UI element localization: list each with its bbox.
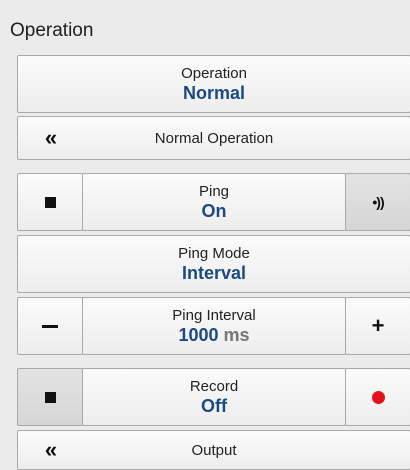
normal-operation-button[interactable]: « Normal Operation	[17, 116, 410, 160]
operation-value: Normal	[182, 82, 245, 103]
record-label: Record	[189, 377, 239, 395]
ping-interval-decrease-button[interactable]	[17, 297, 83, 355]
minus-icon	[42, 324, 58, 328]
record-button[interactable]: Record Off	[82, 368, 346, 426]
ping-interval-button[interactable]: Ping Interval 1000 ms	[82, 297, 346, 355]
ping-interval-label: Ping Interval	[172, 306, 256, 324]
ping-interval-row: Ping Interval 1000 ms +	[17, 297, 410, 355]
ping-mode-value: Interval	[181, 262, 247, 283]
record-stop-button[interactable]	[17, 368, 83, 426]
chevron-double-left-icon: «	[44, 437, 58, 462]
operation-row: Operation Normal	[17, 55, 410, 113]
ping-interval-increase-button[interactable]: +	[345, 297, 410, 355]
panel-title: Operation	[10, 20, 94, 41]
ping-waves-icon: •))	[372, 194, 384, 210]
record-dot-icon	[371, 390, 385, 404]
ping-label: Ping	[198, 182, 230, 200]
ping-mode-row: Ping Mode Interval	[17, 235, 410, 293]
stop-icon	[44, 196, 56, 208]
record-start-button[interactable]	[345, 368, 410, 426]
operation-label: Operation	[181, 64, 247, 82]
ping-stop-button[interactable]	[17, 173, 83, 231]
ping-trigger-button[interactable]: •))	[345, 173, 410, 231]
ping-mode-button[interactable]: Ping Mode Interval	[17, 235, 410, 293]
ping-row: Ping On •))	[17, 173, 410, 231]
operation-button[interactable]: Operation Normal	[17, 55, 410, 113]
chevron-double-left-icon: «	[44, 125, 58, 150]
ping-mode-label: Ping Mode	[178, 244, 250, 262]
output-button[interactable]: « Output	[17, 430, 410, 470]
output-label: Output	[191, 441, 237, 459]
ping-interval-value-line: 1000 ms	[178, 325, 249, 346]
record-row: Record Off	[17, 368, 410, 426]
output-row: « Output	[17, 430, 410, 470]
plus-icon: +	[371, 313, 385, 338]
ping-button[interactable]: Ping On	[82, 173, 346, 231]
normal-operation-row: « Normal Operation	[17, 116, 410, 160]
record-value: Off	[201, 395, 227, 416]
normal-operation-label: Normal Operation	[154, 129, 274, 147]
stop-icon	[44, 391, 56, 403]
ping-value: On	[201, 200, 227, 221]
ping-interval-value: 1000	[178, 324, 219, 345]
ping-interval-unit: ms	[223, 324, 250, 345]
